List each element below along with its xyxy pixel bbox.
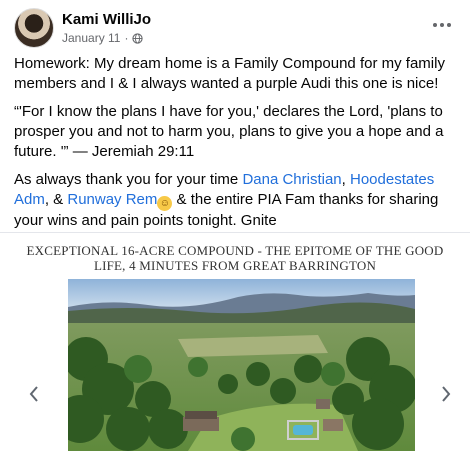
post-header: Kami WilliJo January 11 · [14,8,464,48]
mention-dana-christian[interactable]: Dana Christian [242,171,341,188]
mention-separator: , [341,171,350,188]
aerial-compound-photo[interactable] [68,279,415,451]
image-carousel: EXCEPTIONAL 16-ACRE COMPOUND - THE EPITO… [0,232,470,451]
carousel-next-button[interactable] [440,385,452,407]
post-paragraph-thanks: As always thank you for your time Dana C… [14,170,454,231]
globe-icon [132,32,144,44]
thanks-text: As always thank you for your time [14,171,243,188]
post-paragraph-homework: Homework: My dream home is a Family Comp… [14,55,445,92]
chevron-right-icon [442,386,451,402]
author-name[interactable]: Kami WilliJo [62,11,151,28]
mention-separator: , & [44,191,68,208]
chevron-left-icon [29,386,38,402]
carousel-prev-button[interactable] [28,385,40,407]
listing-title: EXCEPTIONAL 16-ACRE COMPOUND - THE EPITO… [26,243,444,273]
smiling-emoji-icon: ☺ [157,196,173,211]
post-paragraph-scripture: “'For I know the plans I have for you,' … [14,103,444,160]
avatar[interactable] [14,8,54,48]
more-horizontal-icon [433,23,451,27]
post-text: Homework: My dream home is a Family Comp… [14,54,454,239]
more-options-button[interactable] [432,16,452,28]
post-date[interactable]: January 11 [62,31,120,45]
mention-runway-rem[interactable]: Runway Rem [67,191,157,208]
post-meta: January 11 · [62,31,144,45]
meta-separator: · [124,31,129,45]
